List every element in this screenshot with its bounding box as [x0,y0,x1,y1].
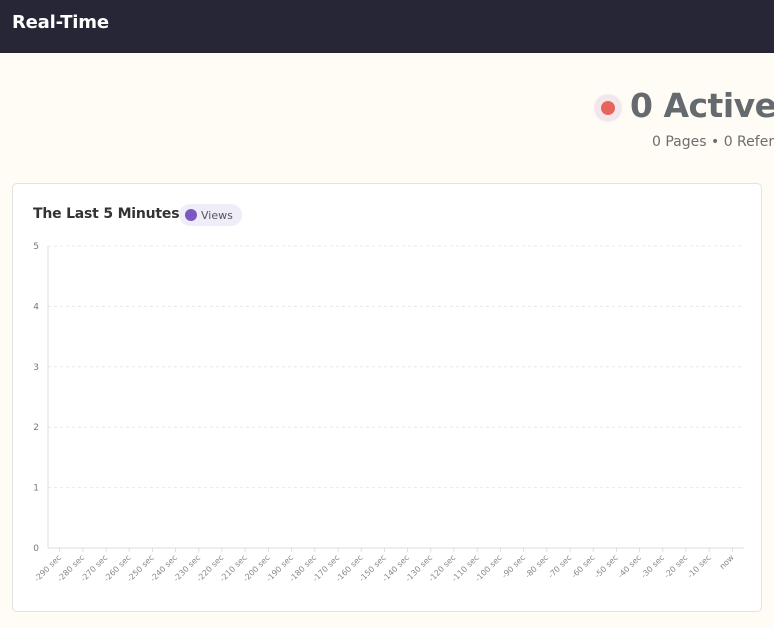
y-tick-label: 4 [33,302,39,312]
live-dot [601,101,615,115]
x-tick-label: -60 sec [570,553,597,580]
x-tick-label: now [718,553,736,571]
x-tick-label: -40 sec [616,553,643,580]
live-indicator-icon [594,94,622,122]
sub-stats: 0 Pages • 0 Referr [652,134,774,150]
chart-card: The Last 5 Minutes Views 0 1 2 3 4 5 -290 sec -… [12,183,762,612]
views-chart: 012345-290 sec-280 sec-270 sec-260 sec-2… [32,242,744,584]
x-tick-label: -20 sec [662,553,689,580]
page-title: Real-Time [12,12,109,33]
active-count: 0 Active [630,86,774,125]
y-tick-label: 1 [33,484,39,494]
y-tick-label: 5 [33,242,39,252]
x-tick-label: -10 sec [686,553,713,580]
top-bar: Real-Time [0,0,774,53]
x-tick-label: -90 sec [500,553,527,580]
x-tick-label: -50 sec [593,553,620,580]
x-tick-label: -70 sec [546,553,573,580]
x-tick-label: -30 sec [639,553,666,580]
y-tick-label: 2 [33,423,39,433]
x-tick-label: -80 sec [523,553,550,580]
y-tick-label: 0 [33,544,39,554]
y-tick-label: 3 [33,363,39,373]
